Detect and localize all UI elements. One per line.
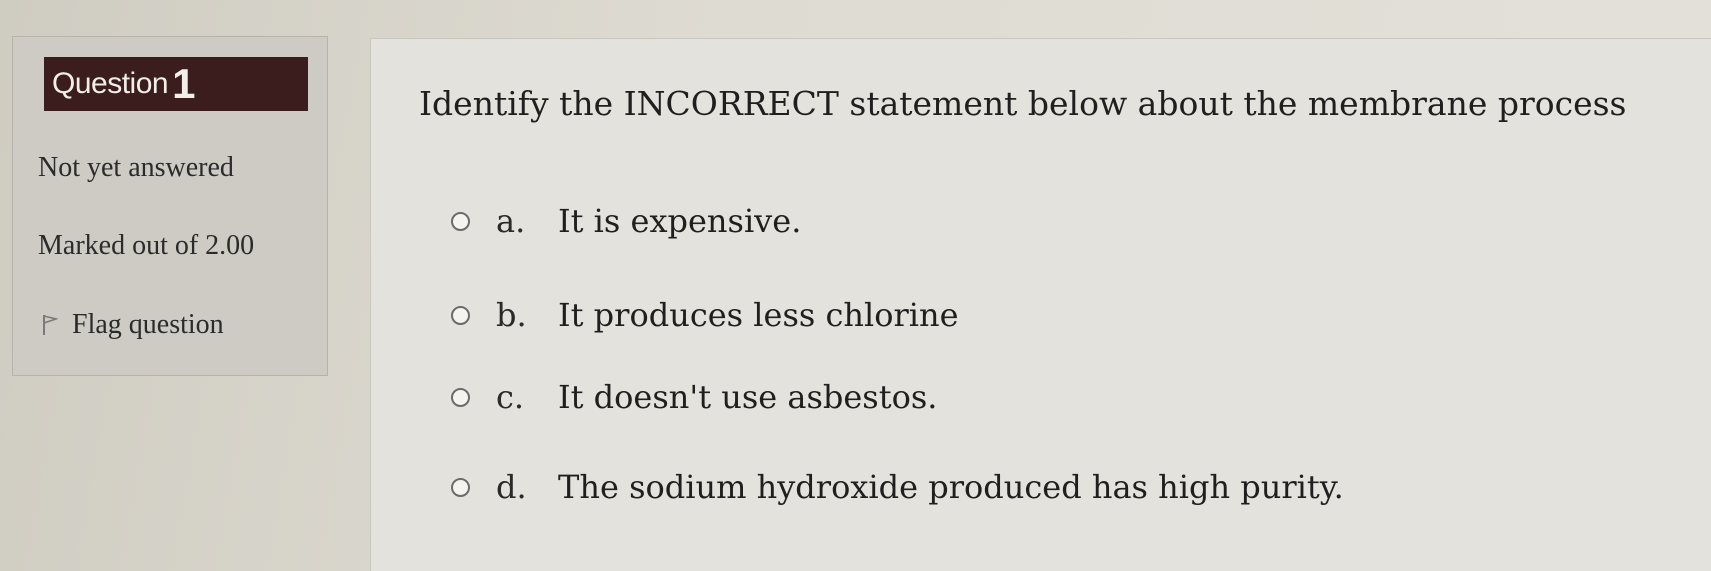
option-text: It doesn't use asbestos. — [558, 378, 938, 416]
answer-option-a[interactable]: a. It is expensive. — [451, 202, 801, 240]
option-letter: a. — [496, 202, 526, 240]
option-text: It is expensive. — [558, 202, 802, 240]
marked-out-of: Marked out of 2.00 — [38, 230, 255, 261]
option-text: The sodium hydroxide produced has high p… — [558, 468, 1344, 506]
answer-option-d[interactable]: d. The sodium hydroxide produced has hig… — [451, 468, 1344, 506]
answer-state: Not yet answered — [38, 152, 234, 183]
question-text: Identify the INCORRECT statement below a… — [419, 84, 1627, 123]
flag-question-link[interactable]: Flag question — [42, 309, 224, 341]
option-letter: b. — [496, 296, 527, 334]
radio-unchecked-icon[interactable] — [451, 477, 470, 497]
flag-icon — [42, 314, 58, 336]
question-number: 1 — [172, 60, 196, 107]
answer-option-b[interactable]: b. It produces less chlorine — [451, 296, 959, 334]
option-letter: c. — [496, 378, 525, 416]
question-number-badge: Question 1 — [44, 57, 308, 111]
radio-unchecked-icon[interactable] — [451, 387, 470, 407]
radio-unchecked-icon[interactable] — [451, 305, 470, 325]
option-letter: d. — [496, 468, 527, 506]
answer-option-c[interactable]: c. It doesn't use asbestos. — [451, 378, 937, 416]
radio-unchecked-icon[interactable] — [451, 211, 470, 231]
flag-question-label: Flag question — [72, 309, 224, 340]
option-text: It produces less chlorine — [558, 296, 959, 334]
question-label: Question — [52, 67, 169, 100]
